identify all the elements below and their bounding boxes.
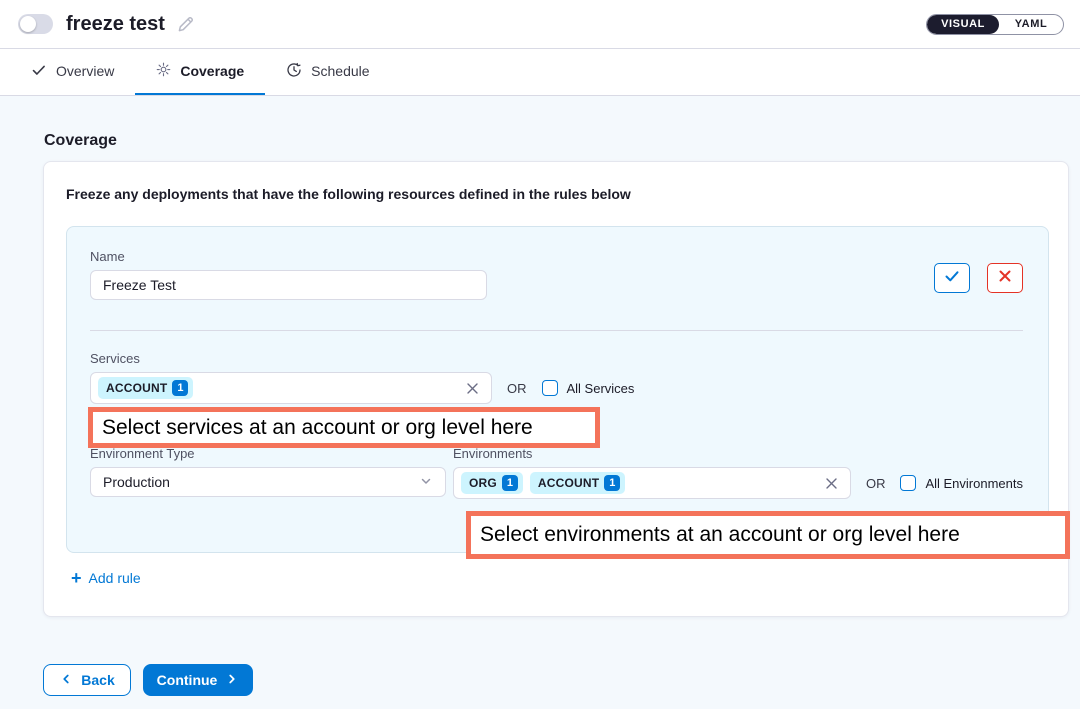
add-rule-label: Add rule [89, 570, 141, 586]
chip-scope-label: ACCOUNT [538, 476, 599, 490]
add-rule-button[interactable]: + Add rule [71, 569, 141, 587]
all-environments-checkbox[interactable] [900, 475, 916, 491]
services-multiselect[interactable]: ACCOUNT 1 [90, 372, 492, 404]
page-title: freeze test [66, 13, 165, 36]
close-icon [998, 269, 1012, 288]
gear-icon [156, 62, 171, 80]
back-label: Back [81, 672, 114, 688]
name-field-group: Name [90, 249, 487, 300]
environments-field-group: Environments ORG 1 ACCOUNT 1 [453, 446, 1023, 499]
tab-coverage[interactable]: Coverage [135, 49, 265, 95]
delete-rule-button[interactable] [987, 263, 1023, 293]
name-label: Name [90, 249, 487, 264]
environment-type-select[interactable]: Production [90, 467, 446, 497]
chevron-down-icon [419, 474, 433, 491]
rule-divider [90, 330, 1023, 331]
toggle-knob [20, 16, 36, 32]
services-field-group: Services ACCOUNT 1 OR All Services [90, 351, 1023, 404]
continue-button[interactable]: Continue [143, 664, 253, 696]
service-scope-chip[interactable]: ACCOUNT 1 [98, 377, 193, 399]
chip-count-badge: 1 [502, 475, 518, 491]
environment-type-label: Environment Type [90, 446, 453, 461]
confirm-rule-button[interactable] [934, 263, 970, 293]
wizard-footer: Back Continue [43, 664, 253, 696]
environment-type-value: Production [103, 474, 170, 490]
view-mode-switch: VISUAL YAML [926, 14, 1064, 35]
all-services-checkbox[interactable] [542, 380, 558, 396]
tab-schedule-label: Schedule [311, 63, 369, 79]
header: freeze test VISUAL YAML [0, 0, 1080, 49]
tab-overview-label: Overview [56, 63, 114, 79]
environment-type-field-group: Environment Type Production [90, 446, 453, 499]
section-heading: Coverage [44, 132, 1080, 150]
freeze-enabled-toggle[interactable] [18, 14, 53, 34]
chip-scope-label: ACCOUNT [106, 381, 167, 395]
back-button[interactable]: Back [43, 664, 131, 696]
chip-count-badge: 1 [604, 475, 620, 491]
check-icon [31, 62, 47, 81]
rule-name-input[interactable] [90, 270, 487, 300]
chip-scope-label: ORG [469, 476, 497, 490]
services-or-label: OR [507, 381, 527, 396]
yaml-mode-button[interactable]: YAML [999, 15, 1063, 34]
clear-services-icon[interactable] [466, 382, 479, 395]
visual-mode-button[interactable]: VISUAL [927, 15, 999, 34]
chevron-right-icon [225, 672, 239, 689]
clear-environments-icon[interactable] [825, 477, 838, 490]
tab-coverage-label: Coverage [180, 63, 244, 79]
all-services-label: All Services [567, 381, 635, 396]
environments-annotation-callout: Select environments at an account or org… [466, 511, 1070, 559]
wizard-tabs: Overview Coverage Schedule [0, 49, 1080, 96]
check-icon [943, 267, 961, 290]
coverage-description: Freeze any deployments that have the fol… [66, 186, 1047, 202]
chip-count-badge: 1 [172, 380, 188, 396]
tab-overview[interactable]: Overview [10, 49, 135, 95]
environment-scope-chip[interactable]: ORG 1 [461, 472, 523, 494]
environments-label: Environments [453, 446, 1023, 461]
clock-history-icon [286, 62, 302, 81]
chevron-left-icon [59, 672, 73, 689]
edit-title-icon[interactable] [176, 15, 195, 34]
environment-scope-chip[interactable]: ACCOUNT 1 [530, 472, 625, 494]
services-annotation-callout: Select services at an account or org lev… [88, 407, 600, 448]
environments-multiselect[interactable]: ORG 1 ACCOUNT 1 [453, 467, 851, 499]
services-label: Services [90, 351, 1023, 366]
freeze-rule-card: Name [66, 226, 1049, 553]
continue-label: Continue [157, 672, 218, 688]
tab-schedule[interactable]: Schedule [265, 49, 390, 95]
all-environments-label: All Environments [925, 476, 1023, 491]
plus-icon: + [71, 569, 82, 587]
environments-or-label: OR [866, 476, 886, 491]
